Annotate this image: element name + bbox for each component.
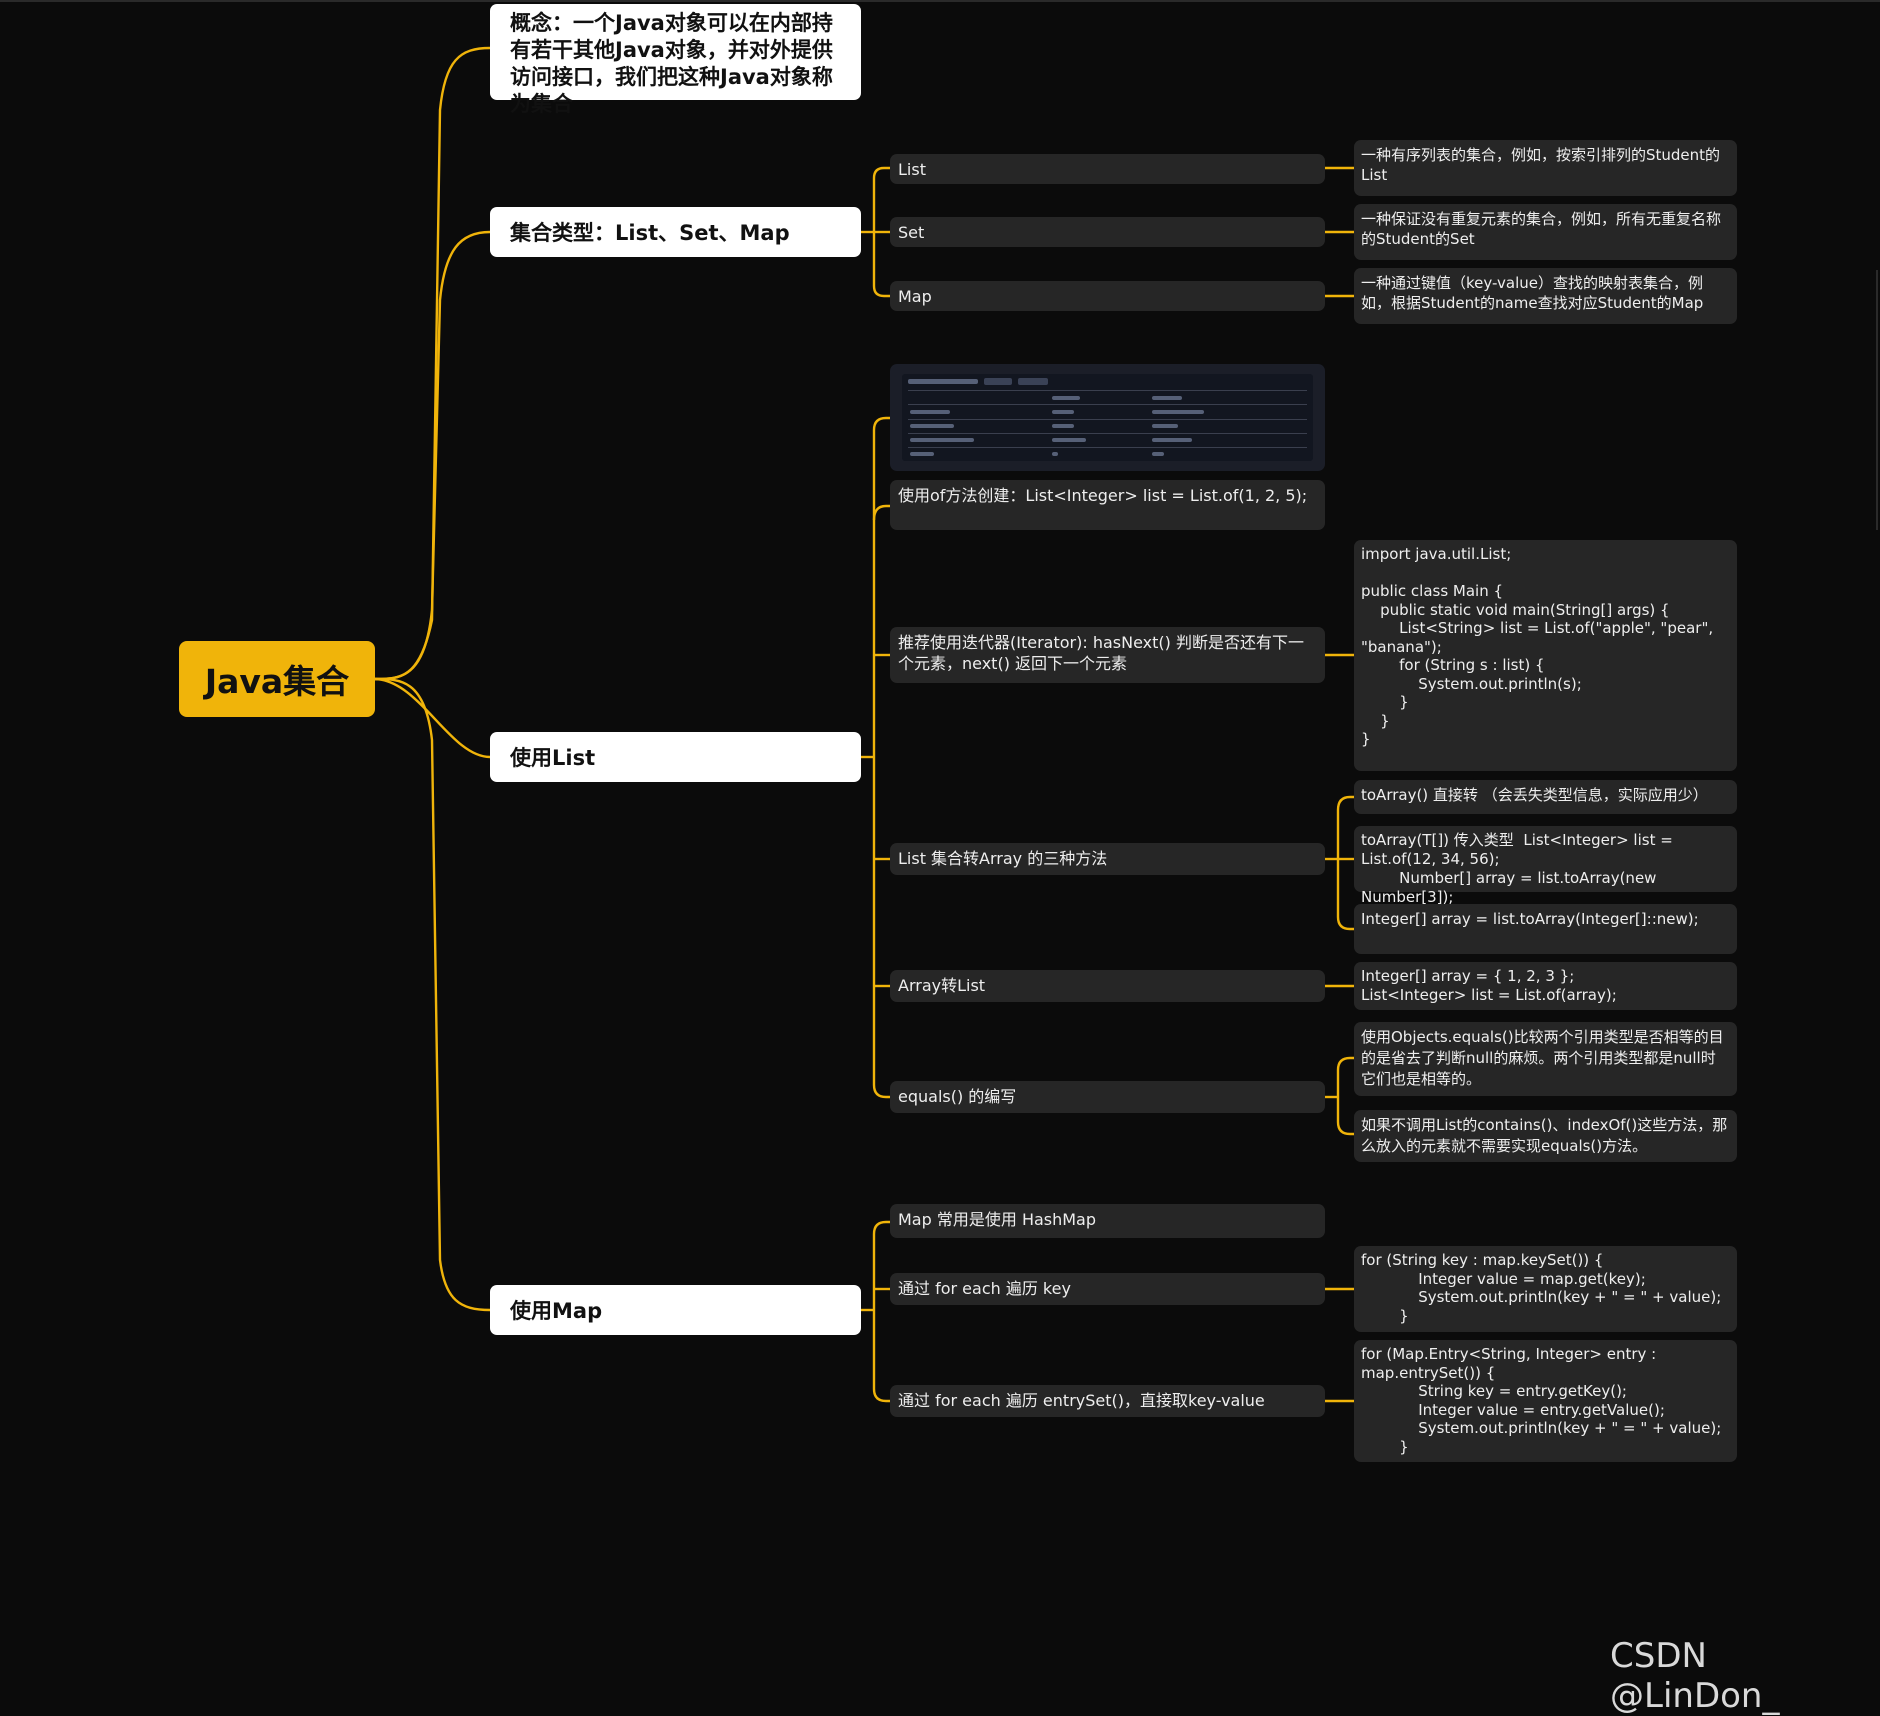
map-foreach-key-code[interactable]: for (String key : map.keySet()) { Intege… <box>1354 1246 1737 1332</box>
link-types-list <box>872 166 890 232</box>
link-toarray-1 <box>1336 795 1354 859</box>
iterator-node[interactable]: 推荐使用迭代器(Iterator): hasNext() 判断是否还有下一个元素… <box>890 627 1325 683</box>
link-use-map <box>374 677 491 1312</box>
list-of-create-node[interactable]: 使用of方法创建：List<Integer> list = List.of(1,… <box>890 480 1325 530</box>
equals-note-1[interactable]: 使用Objects.equals()比较两个引用类型是否相等的目的是省去了判断n… <box>1354 1022 1737 1096</box>
type-map-node[interactable]: Map <box>890 281 1325 311</box>
array-to-list-code-node[interactable]: Integer[] array = { 1, 2, 3 }; List<Inte… <box>1354 962 1737 1010</box>
use-map-node[interactable]: 使用Map <box>490 1285 861 1335</box>
to-array-method-3[interactable]: Integer[] array = list.toArray(Integer[]… <box>1354 904 1737 954</box>
map-foreach-key-node[interactable]: 通过 for each 遍历 key <box>890 1273 1325 1305</box>
link-equals-2 <box>1336 1097 1354 1136</box>
comparison-table-image[interactable] <box>890 364 1325 471</box>
link-usemap-entry <box>872 1310 890 1403</box>
to-array-method-1[interactable]: toArray() 直接转 （会丢失类型信息，实际应用少） <box>1354 780 1737 814</box>
root-node[interactable]: Java集合 <box>179 641 375 717</box>
to-array-method-2[interactable]: toArray(T[]) 传入类型 List<Integer> list = L… <box>1354 826 1737 906</box>
watermark-text: CSDN @LinDon_ <box>1610 1636 1780 1716</box>
type-map-desc[interactable]: 一种通过键值（key-value）查找的映射表集合，例如，根据Student的n… <box>1354 268 1737 324</box>
concept-node[interactable]: 概念：一个Java对象可以在内部持有若干其他Java对象，并对外提供访问接口，我… <box>490 4 861 116</box>
list-to-array-node[interactable]: List 集合转Array 的三种方法 <box>890 843 1325 875</box>
link-equals-1 <box>1336 1056 1354 1097</box>
type-list-desc[interactable]: 一种有序列表的集合，例如，按索引排列的Student的List <box>1354 140 1737 196</box>
iterator-code-node[interactable]: import java.util.List; public class Main… <box>1354 540 1737 771</box>
map-foreach-entry-code[interactable]: for (Map.Entry<String, Integer> entry : … <box>1354 1340 1737 1462</box>
type-set-node[interactable]: Set <box>890 217 1325 247</box>
link-toarray-3 <box>1336 859 1354 931</box>
collection-types-node[interactable]: 集合类型：List、Set、Map <box>490 207 861 257</box>
link-types <box>374 230 491 681</box>
map-foreach-entry-node[interactable]: 通过 for each 遍历 entrySet()，直接取key-value <box>890 1385 1325 1417</box>
link-uselist-down <box>872 757 890 1099</box>
type-set-desc[interactable]: 一种保证没有重复元素的集合，例如，所有无重复名称的Student的Set <box>1354 204 1737 260</box>
link-uselist-create <box>872 504 890 521</box>
link-types-map <box>872 232 890 298</box>
array-to-list-node[interactable]: Array转List <box>890 970 1325 1002</box>
map-hashmap-node[interactable]: Map 常用是使用 HashMap <box>890 1204 1325 1238</box>
use-list-node[interactable]: 使用List <box>490 732 861 782</box>
link-usemap-common <box>872 1220 890 1310</box>
link-uselist-up <box>872 416 890 757</box>
equals-node[interactable]: equals() 的编写 <box>890 1081 1325 1113</box>
type-list-node[interactable]: List <box>890 154 1325 184</box>
equals-note-2[interactable]: 如果不调用List的contains()、indexOf()这些方法，那么放入的… <box>1354 1110 1737 1162</box>
